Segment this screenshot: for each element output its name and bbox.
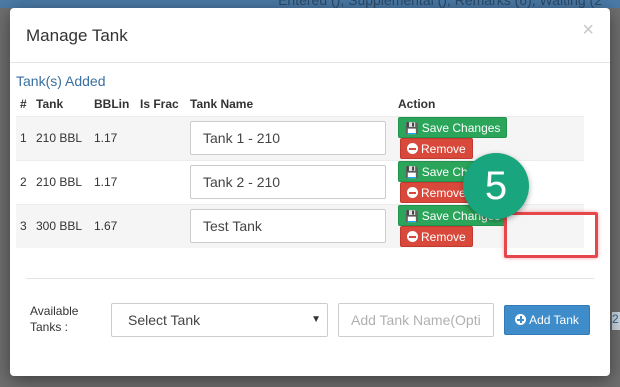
background-status-text: Entered (), Supplemental (), Remarks (6)… <box>278 0 602 8</box>
table-header-row: # Tank BBLin Is Frac Tank Name Action <box>16 92 584 116</box>
available-tanks-label: Available Tanks : <box>30 304 79 334</box>
add-tank-label: Add Tank <box>529 313 579 327</box>
floppy-disk-icon: 💾 <box>405 123 419 135</box>
remove-button[interactable]: Remove <box>400 182 473 203</box>
row-bblin: 1.17 <box>90 159 136 204</box>
row-is-frac <box>136 203 186 248</box>
column-header-tank-name: Tank Name <box>190 96 254 111</box>
tank-name-input[interactable] <box>190 121 386 155</box>
column-header-tank: Tank <box>36 96 64 111</box>
floppy-disk-icon: 💾 <box>405 211 419 224</box>
remove-label: Remove <box>421 230 466 245</box>
close-icon[interactable]: × <box>582 20 594 40</box>
modal-header: Manage Tank × <box>10 8 610 63</box>
row-number: 2 <box>16 159 32 204</box>
divider <box>26 278 594 279</box>
minus-circle-icon <box>407 187 418 198</box>
remove-button[interactable]: Remove <box>400 138 473 159</box>
row-tank: 300 BBL <box>32 203 90 248</box>
add-tank-button[interactable]: Add Tank <box>504 305 590 335</box>
background-page-header: Entered (), Supplemental (), Remarks (6)… <box>0 0 620 8</box>
background-page-hint: 2 <box>612 312 620 330</box>
column-header-number: # <box>20 96 27 111</box>
row-is-frac <box>136 115 186 160</box>
floppy-disk-icon: 💾 <box>405 167 419 179</box>
tank-name-input[interactable] <box>190 209 386 244</box>
minus-circle-icon <box>407 231 418 243</box>
add-tank-name-input[interactable] <box>338 303 494 337</box>
plus-circle-icon <box>515 314 527 325</box>
row-bblin: 1.17 <box>90 115 136 160</box>
step-number-badge: 5 <box>463 153 529 219</box>
section-title: Tank(s) Added <box>16 73 106 89</box>
caret-down-icon: ▼ <box>311 314 321 325</box>
minus-circle-icon <box>407 143 418 154</box>
tank-name-input[interactable] <box>190 165 386 199</box>
remove-label: Remove <box>421 186 466 200</box>
save-changes-button[interactable]: 💾 Save Changes <box>398 117 508 138</box>
select-tank-value: Select Tank <box>128 312 201 328</box>
modal-title: Manage Tank <box>26 26 128 45</box>
row-number: 1 <box>16 115 32 160</box>
remove-label: Remove <box>421 142 466 156</box>
column-header-action: Action <box>398 96 436 111</box>
row-number: 3 <box>16 203 32 248</box>
save-changes-label: Save Changes <box>421 121 501 135</box>
remove-button[interactable]: Remove <box>400 226 473 248</box>
column-header-bblin: BBLin <box>94 96 130 111</box>
row-bblin: 1.67 <box>90 203 136 248</box>
row-tank: 210 BBL <box>32 159 90 204</box>
column-header-is-frac: Is Frac <box>140 96 179 111</box>
row-tank: 210 BBL <box>32 115 90 160</box>
select-tank-dropdown[interactable]: Select Tank ▼ <box>111 303 328 337</box>
row-is-frac <box>136 159 186 204</box>
